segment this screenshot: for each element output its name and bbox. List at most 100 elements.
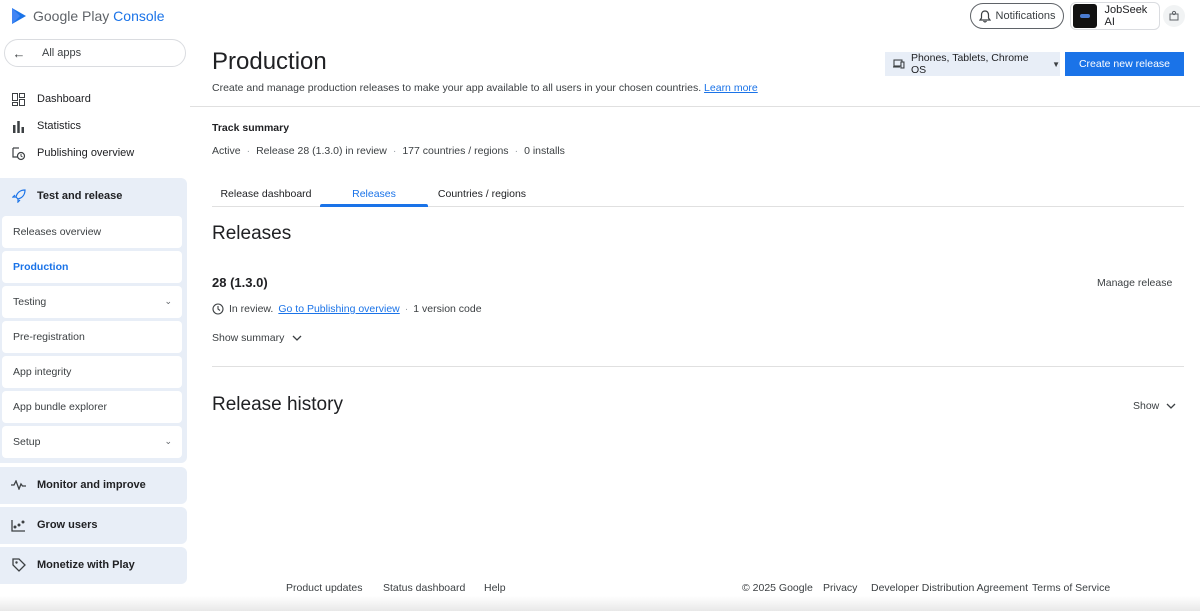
release-history-show-button[interactable]: Show: [1133, 400, 1176, 412]
account-icon: [1169, 10, 1179, 21]
footer-link-distribution-agreement[interactable]: Developer Distribution Agreement: [871, 582, 1028, 594]
sidebar: ← All apps Dashboard Statistics Publishi…: [0, 36, 190, 611]
tab-bar: Release dashboard Releases Countries / r…: [212, 180, 1184, 207]
sidebar-item-label: Pre-registration: [13, 331, 85, 343]
nav-group-header-test-and-release[interactable]: Test and release: [0, 178, 187, 214]
account-button[interactable]: [1163, 5, 1185, 27]
notifications-button[interactable]: Notifications: [970, 3, 1064, 29]
sidebar-item-app-bundle-explorer[interactable]: App bundle explorer: [2, 391, 182, 423]
clock-icon: [212, 303, 224, 315]
show-summary-button[interactable]: Show summary: [212, 332, 302, 344]
all-apps-label: All apps: [42, 47, 82, 59]
sidebar-item-publishing-overview[interactable]: Publishing overview: [0, 140, 187, 166]
nav-group-header: Grow users: [0, 507, 187, 543]
nav-group-label: Grow users: [37, 519, 98, 531]
chevron-down-icon: [292, 335, 302, 341]
top-bar: Google Play Console Notifications JobSee…: [0, 0, 1200, 36]
nav-group-header: Monetize with Play: [0, 547, 187, 583]
sidebar-item-pre-registration[interactable]: Pre-registration: [2, 321, 182, 353]
sidebar-item-label: Statistics: [37, 120, 82, 132]
play-console-logo[interactable]: Google Play Console: [11, 7, 165, 25]
devices-icon: [893, 59, 905, 69]
track-summary-title: Track summary: [212, 122, 290, 134]
sidebar-item-statistics[interactable]: Statistics: [0, 113, 187, 139]
tab-countries-regions[interactable]: Countries / regions: [428, 180, 536, 207]
nav-group-monetize-with-play[interactable]: Monetize with Play: [0, 547, 187, 584]
nav-group-test-and-release: Test and release Releases overview Produ…: [0, 178, 187, 463]
footer-link-product-updates[interactable]: Product updates: [286, 582, 362, 594]
sidebar-item-label: Publishing overview: [37, 147, 135, 159]
device-selector[interactable]: Phones, Tablets, Chrome OS ▼: [885, 52, 1060, 76]
tab-releases[interactable]: Releases: [320, 180, 428, 207]
page-title: Production: [212, 48, 327, 75]
releases-heading: Releases: [212, 223, 292, 244]
separator-dot: ·: [392, 145, 397, 157]
footer-link-privacy[interactable]: Privacy: [823, 582, 857, 594]
sidebar-item-label: App integrity: [13, 366, 72, 378]
grow-users-icon: [0, 519, 37, 532]
sidebar-item-app-integrity[interactable]: App integrity: [2, 356, 182, 388]
nav-group-monitor-and-improve[interactable]: Monitor and improve: [0, 467, 187, 504]
chevron-down-icon: [1166, 403, 1176, 409]
active-tab-indicator: [320, 204, 428, 207]
manage-release-button[interactable]: Manage release: [1097, 277, 1172, 289]
sidebar-item-label: Production: [13, 261, 69, 273]
sidebar-item-testing[interactable]: Testing ⌄: [2, 286, 182, 318]
tab-release-dashboard[interactable]: Release dashboard: [212, 180, 320, 207]
bar-chart-icon: [0, 120, 37, 133]
release-version: 28 (1.3.0): [212, 275, 268, 290]
app-name: JobSeek AI: [1104, 4, 1148, 28]
separator-dot: ·: [514, 145, 519, 157]
nav-group-label: Monitor and improve: [37, 479, 146, 491]
all-apps-button[interactable]: ← All apps: [4, 39, 186, 67]
sidebar-item-label: Releases overview: [13, 226, 102, 238]
notifications-label: Notifications: [995, 10, 1056, 22]
rocket-icon: [0, 189, 37, 203]
footer-copyright: © 2025 Google: [742, 582, 813, 594]
sidebar-item-dashboard[interactable]: Dashboard: [0, 86, 187, 112]
show-summary-label: Show summary: [212, 332, 285, 344]
sidebar-item-setup[interactable]: Setup ⌄: [2, 426, 182, 458]
bell-icon: [978, 9, 991, 23]
track-release: Release 28 (1.3.0) in review: [256, 145, 387, 157]
nav-group-label: Monetize with Play: [37, 559, 135, 571]
chevron-down-icon: ⌄: [164, 436, 172, 446]
track-status: Active: [212, 145, 241, 157]
sidebar-item-production[interactable]: Production: [2, 251, 182, 283]
publishing-overview-icon: [0, 146, 37, 161]
bottom-shadow: [0, 596, 1200, 611]
monitor-icon: [0, 480, 37, 490]
chevron-down-icon: ⌄: [164, 296, 172, 306]
dashboard-icon: [0, 92, 37, 106]
logo-text: Google Play Console: [33, 8, 165, 24]
track-countries: 177 countries / regions: [402, 145, 509, 157]
show-label: Show: [1133, 400, 1160, 412]
create-new-release-button[interactable]: Create new release: [1065, 52, 1184, 76]
footer-link-terms-of-service[interactable]: Terms of Service: [1032, 582, 1110, 594]
learn-more-link[interactable]: Learn more: [704, 82, 758, 94]
sidebar-item-releases-overview[interactable]: Releases overview: [2, 216, 182, 248]
play-logo-icon: [12, 8, 26, 24]
publishing-overview-link[interactable]: Go to Publishing overview: [278, 303, 399, 315]
separator-dot: ·: [404, 303, 409, 315]
app-switcher[interactable]: JobSeek AI: [1070, 2, 1160, 30]
sidebar-item-label: Dashboard: [37, 93, 91, 105]
track-summary: Active · Release 28 (1.3.0) in review · …: [212, 145, 565, 157]
divider: [212, 366, 1184, 367]
main-content: Production Create and manage production …: [190, 36, 1200, 566]
caret-down-icon: ▼: [1052, 59, 1060, 69]
track-installs: 0 installs: [524, 145, 565, 157]
version-code-count: 1 version code: [413, 303, 482, 315]
nav-group-label: Test and release: [37, 190, 123, 202]
divider: [190, 106, 1200, 107]
release-status-text: In review.: [229, 303, 274, 315]
sidebar-item-label: Testing: [13, 296, 47, 308]
sidebar-item-label: App bundle explorer: [13, 401, 107, 413]
nav-group-header: Monitor and improve: [0, 467, 187, 503]
app-avatar: [1073, 4, 1097, 28]
nav-group-grow-users[interactable]: Grow users: [0, 507, 187, 544]
release-history-heading: Release history: [212, 394, 343, 415]
device-selector-label: Phones, Tablets, Chrome OS: [910, 52, 1029, 76]
footer-link-status-dashboard[interactable]: Status dashboard: [383, 582, 465, 594]
footer-link-help[interactable]: Help: [484, 582, 506, 594]
